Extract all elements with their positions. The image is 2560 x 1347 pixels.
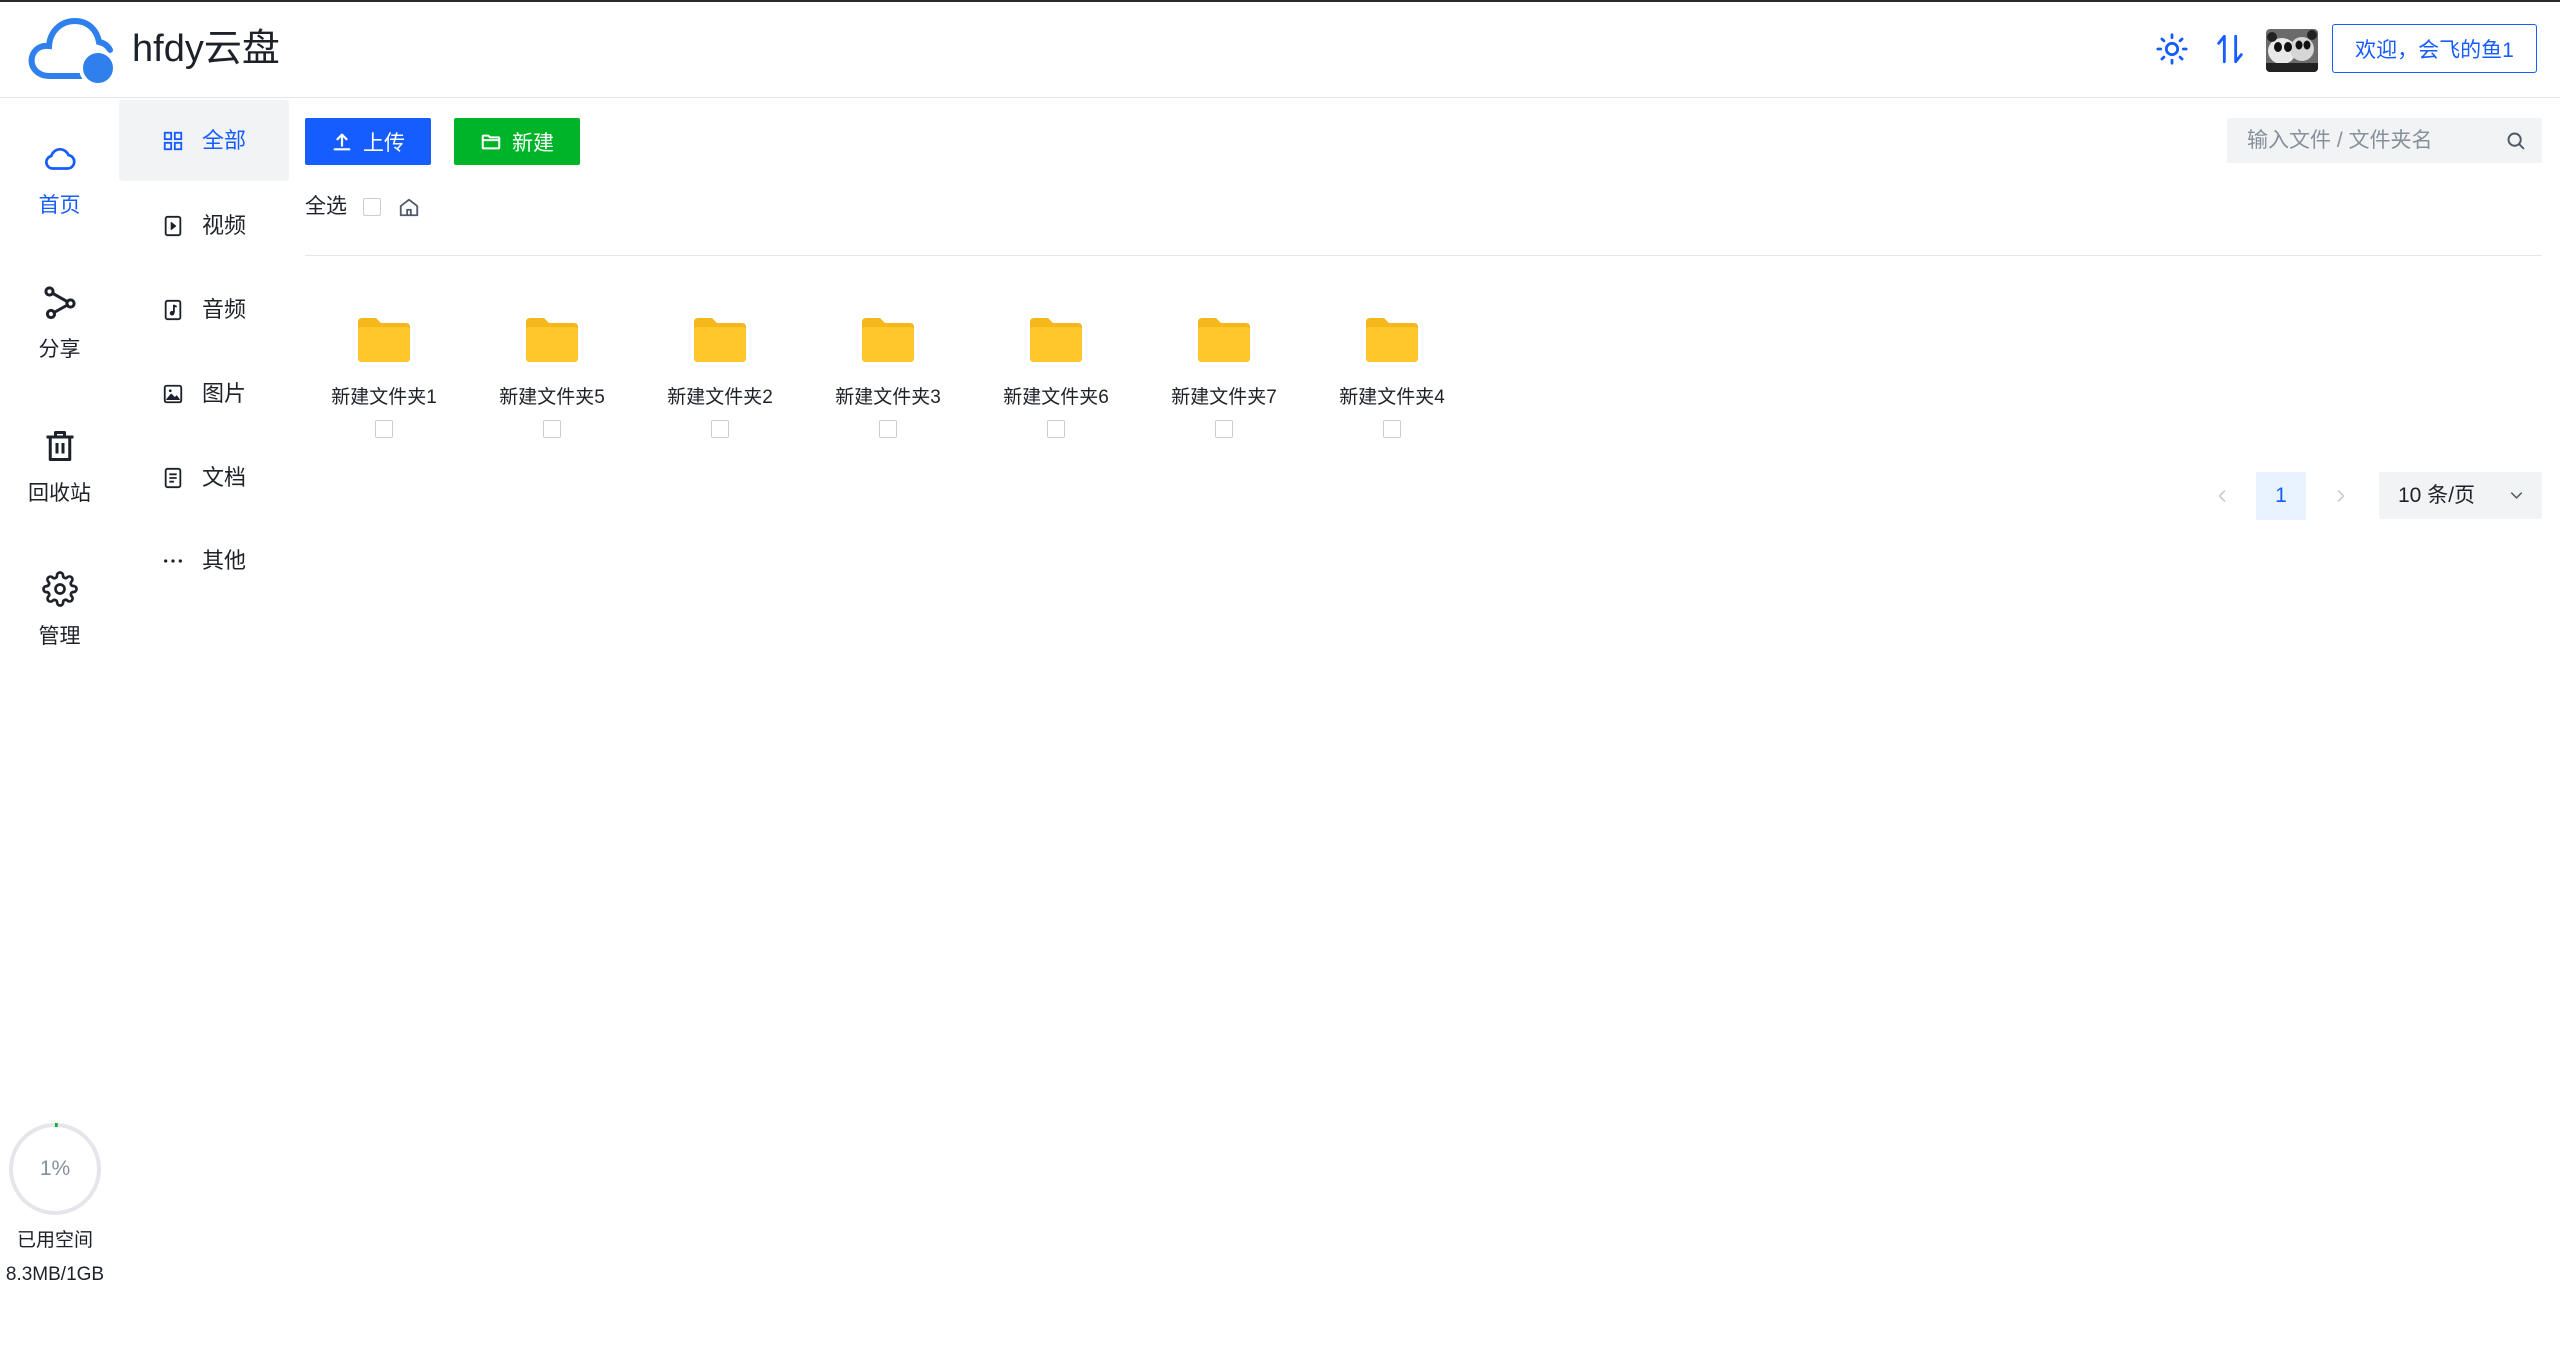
category-label: 图片 bbox=[202, 380, 247, 406]
folder-checkbox[interactable] bbox=[375, 420, 393, 438]
folder-checkbox[interactable] bbox=[543, 420, 561, 438]
page-size-select[interactable]: 10 条/页 bbox=[2379, 472, 2542, 519]
folder-checkbox[interactable] bbox=[1047, 420, 1065, 438]
panda-avatar-image bbox=[2266, 29, 2318, 72]
search-input[interactable] bbox=[2227, 118, 2487, 163]
upload-button-label: 上传 bbox=[363, 131, 405, 155]
folder-name: 新建文件夹7 bbox=[1171, 387, 1277, 408]
rail-item-label: 分享 bbox=[38, 338, 81, 361]
folder-icon bbox=[1030, 318, 1082, 362]
folder-item[interactable]: 新建文件夹3 bbox=[804, 318, 972, 438]
rail-item-label: 首页 bbox=[38, 194, 81, 217]
folder-icon bbox=[481, 134, 501, 149]
new-folder-button-label: 新建 bbox=[512, 131, 554, 155]
category-label: 全部 bbox=[202, 127, 247, 153]
previous-page-chevron-icon[interactable] bbox=[2212, 486, 2232, 506]
new-folder-button[interactable]: 新建 bbox=[454, 118, 580, 165]
folder-name: 新建文件夹6 bbox=[1003, 387, 1109, 408]
cloud-icon bbox=[44, 147, 76, 170]
audio-file-icon bbox=[164, 299, 182, 320]
sort-arrows-icon[interactable] bbox=[2213, 32, 2247, 66]
toolbar-divider bbox=[305, 255, 2542, 256]
folder-name: 新建文件夹3 bbox=[835, 387, 941, 408]
rail-item-label: 回收站 bbox=[28, 482, 91, 505]
category-other[interactable]: 其他 bbox=[119, 520, 289, 601]
category-all[interactable]: 全部 bbox=[119, 100, 289, 181]
folder-item[interactable]: 新建文件夹1 bbox=[300, 318, 468, 438]
category-video[interactable]: 视频 bbox=[119, 185, 289, 266]
folder-item[interactable]: 新建文件夹5 bbox=[468, 318, 636, 438]
home-icon[interactable] bbox=[398, 196, 420, 218]
folder-checkbox[interactable] bbox=[1383, 420, 1401, 438]
rail-item-home[interactable]: 首页 bbox=[0, 140, 119, 220]
folder-name: 新建文件夹2 bbox=[667, 387, 773, 408]
page-number-current[interactable]: 1 bbox=[2256, 472, 2306, 520]
category-label: 其他 bbox=[202, 547, 247, 573]
folder-icon bbox=[358, 318, 410, 362]
folder-icon bbox=[694, 318, 746, 362]
share-icon bbox=[43, 286, 76, 320]
header: hfdy云盘 欢迎，会飞的鱼1 bbox=[0, 0, 2560, 98]
category-images[interactable]: 图片 bbox=[119, 353, 289, 434]
upload-icon bbox=[333, 133, 351, 150]
next-page-chevron-icon[interactable] bbox=[2331, 486, 2351, 506]
folder-icon bbox=[1366, 318, 1418, 362]
folder-name: 新建文件夹5 bbox=[499, 387, 605, 408]
storage-percent: 1% bbox=[39, 1157, 71, 1180]
search-icon[interactable] bbox=[2505, 130, 2526, 151]
rail-item-share[interactable]: 分享 bbox=[0, 284, 119, 364]
folder-item[interactable]: 新建文件夹4 bbox=[1308, 318, 1476, 438]
select-all-checkbox[interactable] bbox=[363, 198, 381, 216]
search-box[interactable] bbox=[2227, 118, 2542, 163]
storage-label: 已用空间 bbox=[16, 1230, 93, 1251]
rail-item-settings[interactable]: 管理 bbox=[0, 571, 119, 651]
welcome-user-button[interactable]: 欢迎，会飞的鱼1 bbox=[2332, 24, 2537, 73]
page-size-value: 10 条/页 bbox=[2398, 484, 2476, 507]
trash-icon bbox=[46, 431, 73, 461]
folder-checkbox[interactable] bbox=[1215, 420, 1233, 438]
select-all-label: 全选 bbox=[305, 195, 347, 218]
upload-button[interactable]: 上传 bbox=[305, 118, 431, 165]
category-label: 音频 bbox=[202, 296, 247, 322]
rail-item-label: 管理 bbox=[38, 625, 81, 648]
folder-item[interactable]: 新建文件夹6 bbox=[972, 318, 1140, 438]
folder-checkbox[interactable] bbox=[711, 420, 729, 438]
folder-item[interactable]: 新建文件夹7 bbox=[1140, 318, 1308, 438]
gear-icon bbox=[41, 571, 78, 607]
video-file-icon bbox=[164, 215, 182, 236]
category-label: 视频 bbox=[202, 212, 247, 238]
folder-item[interactable]: 新建文件夹2 bbox=[636, 318, 804, 438]
folder-checkbox[interactable] bbox=[879, 420, 897, 438]
category-label: 文档 bbox=[202, 464, 247, 490]
more-icon bbox=[164, 558, 182, 563]
rail-item-trash[interactable]: 回收站 bbox=[0, 428, 119, 508]
storage-usage: 8.3MB/1GB bbox=[5, 1264, 105, 1285]
folder-name: 新建文件夹1 bbox=[331, 387, 437, 408]
category-audio[interactable]: 音频 bbox=[119, 269, 289, 350]
grid-icon bbox=[163, 131, 183, 150]
cloud-logo-icon bbox=[28, 17, 117, 87]
folder-icon bbox=[526, 318, 578, 362]
category-documents[interactable]: 文档 bbox=[119, 437, 289, 518]
image-icon bbox=[163, 384, 183, 403]
document-icon bbox=[164, 467, 182, 488]
folder-icon bbox=[1198, 318, 1250, 362]
sun-icon[interactable] bbox=[2155, 32, 2189, 66]
avatar[interactable] bbox=[2266, 29, 2318, 72]
chevron-down-icon bbox=[2510, 492, 2523, 499]
folder-name: 新建文件夹4 bbox=[1339, 387, 1445, 408]
app-title: hfdy云盘 bbox=[132, 28, 280, 70]
folder-icon bbox=[862, 318, 914, 362]
